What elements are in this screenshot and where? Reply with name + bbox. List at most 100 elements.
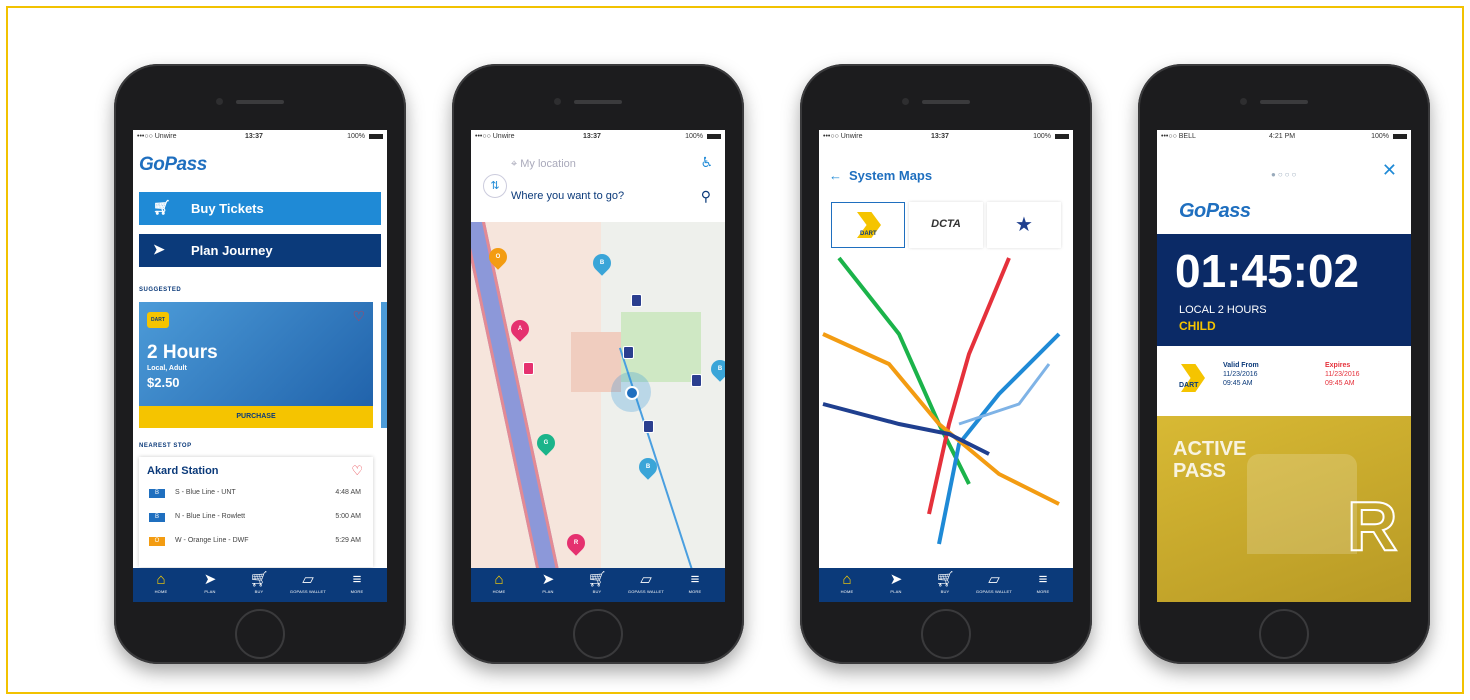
home-button[interactable] <box>235 609 285 659</box>
home-icon: ⌂ <box>842 571 852 588</box>
page-indicator: ●○○○ <box>1271 170 1299 179</box>
valid-from-time: 09:45 AM <box>1223 380 1253 387</box>
tab-buy[interactable]: 🛒︎ BUY <box>923 572 967 595</box>
carrier: •••○○ Unwire <box>137 133 177 140</box>
clock: 13:37 <box>245 133 263 140</box>
valid-from-label: Valid From <box>1223 362 1259 369</box>
tab-more[interactable]: ≡ MORE <box>335 571 379 595</box>
tab-buy[interactable]: 🛒︎ BUY <box>237 572 281 595</box>
tab-home[interactable]: ⌂ HOME <box>477 572 521 595</box>
plan-icon: ➤ <box>203 571 217 588</box>
status-bar: •••○○ Unwire 13:37 100% <box>471 130 725 144</box>
line-badge: O <box>149 537 165 546</box>
tab-label: GOPASS WALLET <box>289 589 327 594</box>
favorite-heart-icon[interactable]: ♡ <box>352 308 365 325</box>
back-arrow-icon[interactable]: ← <box>829 168 842 183</box>
speaker <box>574 100 622 104</box>
departure-time: 5:00 AM <box>335 513 361 520</box>
map-pin-pink[interactable]: R <box>563 530 589 556</box>
map-pin-pink[interactable]: A <box>507 316 533 342</box>
buy-tickets-button[interactable]: 🛒︎ Buy Tickets <box>139 192 381 225</box>
bus-stop-icon[interactable] <box>631 294 642 307</box>
station-name: Akard Station <box>147 465 219 477</box>
operator-tab-tre[interactable]: ★ <box>987 202 1061 248</box>
map-pin-green[interactable]: G <box>533 430 559 456</box>
home-button[interactable] <box>921 609 971 659</box>
train-image <box>1247 454 1357 554</box>
plan-journey-label: Plan Journey <box>191 243 273 258</box>
tab-gopass-wallet[interactable]: ▱ GOPASS WALLET <box>624 572 668 595</box>
tab-label: HOME <box>492 589 506 594</box>
next-ticket-card-peek[interactable] <box>381 302 387 428</box>
origin-text: My location <box>520 158 576 170</box>
rail-stop-icon[interactable] <box>523 362 534 375</box>
navigation-arrow-icon: ➤ <box>153 241 165 257</box>
rail-system-map[interactable] <box>819 254 1073 554</box>
dart-logo: DART <box>1177 364 1207 394</box>
tab-plan[interactable]: ➤ PLAN <box>874 572 918 595</box>
bus-stop-icon[interactable] <box>643 420 654 433</box>
origin-field[interactable]: ⌖ My location <box>511 158 576 171</box>
operator-tab-dart[interactable]: DART <box>831 202 905 248</box>
departure-row[interactable]: B S - Blue Line - UNT 4:48 AM <box>145 487 367 501</box>
map-pin-blue[interactable]: B <box>635 454 661 480</box>
tab-more[interactable]: ≡ MORE <box>1021 571 1065 595</box>
battery-icon <box>1393 134 1407 139</box>
ticket-subtitle: Local, Adult <box>147 365 187 372</box>
home-button[interactable] <box>573 609 623 659</box>
cart-icon: 🛒︎ <box>153 199 171 215</box>
destination-input[interactable]: Where you want to go? <box>511 190 624 202</box>
tab-buy[interactable]: 🛒︎ BUY <box>575 571 619 595</box>
favorite-heart-icon[interactable]: ♡ <box>351 463 363 479</box>
plan-journey-button[interactable]: ➤ Plan Journey <box>139 234 381 267</box>
more-icon: ≡ <box>1038 571 1048 588</box>
map-pin-blue[interactable]: B <box>707 356 725 382</box>
accessibility-icon[interactable]: ♿︎ <box>700 154 713 171</box>
bus-stop-icon[interactable] <box>623 346 634 359</box>
battery-icon <box>1055 134 1069 139</box>
tab-label: MORE <box>1036 589 1050 594</box>
expires-date: 11/23/2016 <box>1325 371 1360 378</box>
timer-panel: 01:45:02 LOCAL 2 HOURS CHILD <box>1157 234 1411 346</box>
map-view[interactable]: O A G R B B B <box>471 222 725 568</box>
ticket-title: 2 Hours <box>147 342 218 363</box>
line-badge: B <box>149 513 165 522</box>
departure-row[interactable]: B N - Blue Line - Rowlett 5:00 AM <box>145 511 367 525</box>
tab-plan[interactable]: ➤ PLAN <box>526 572 570 595</box>
line-name: S - Blue Line - UNT <box>175 489 236 496</box>
wallet-icon: ▱ <box>988 571 1000 588</box>
search-icon[interactable]: ⚲ <box>701 188 711 205</box>
tab-gopass-wallet[interactable]: ▱ GOPASS WALLET <box>972 571 1016 595</box>
line-badge: B <box>149 489 165 498</box>
tab-bar: ⌂ HOME ➤ PLAN 🛒︎ BUY ▱ GOPASS WALLET ≡ MORE <box>471 568 725 602</box>
buy-icon: 🛒︎ <box>587 571 607 588</box>
departure-row[interactable]: O W - Orange Line - DWF 5:29 AM <box>145 535 367 549</box>
tab-plan[interactable]: ➤ PLAN <box>188 571 232 595</box>
phone-system-maps: •••○○ Unwire 13:37 100% ← System Maps DA… <box>800 64 1092 664</box>
map-pin-blue[interactable]: B <box>589 250 615 276</box>
rail-letter-watermark: R <box>1346 486 1399 566</box>
tab-gopass-wallet[interactable]: ▱ GOPASS WALLET <box>286 572 330 595</box>
bus-stop-icon[interactable] <box>691 374 702 387</box>
swap-icon[interactable]: ⇅ <box>483 174 507 198</box>
star-logo-icon: ★ <box>1015 214 1033 236</box>
departure-time: 4:48 AM <box>335 489 361 496</box>
close-icon[interactable]: ✕ <box>1382 160 1397 181</box>
nearest-stop-card[interactable]: Akard Station ♡ B S - Blue Line - UNT 4:48… <box>139 457 373 567</box>
clock: 4:21 PM <box>1269 133 1296 140</box>
ticket-card[interactable]: DART ♡ 2 Hours Local, Adult $2.50 PURCHA… <box>139 302 373 428</box>
operator-tab-dcta[interactable]: DCTA <box>909 202 983 248</box>
status-bar: •••○○ Unwire 13:37 100% <box>133 130 387 144</box>
home-button[interactable] <box>1259 609 1309 659</box>
suggested-heading: SUGGESTED <box>139 287 182 293</box>
tab-more[interactable]: ≡ MORE <box>673 572 717 595</box>
departure-time: 5:29 AM <box>335 537 361 544</box>
map-pin-orange[interactable]: O <box>485 244 511 270</box>
battery-percent: 100% <box>1033 133 1051 140</box>
tab-home[interactable]: ⌂ HOME <box>139 572 183 595</box>
tab-label: HOME <box>154 589 168 594</box>
purchase-button[interactable]: PURCHASE <box>139 406 373 428</box>
tab-home[interactable]: ⌂ HOME <box>825 571 869 595</box>
speaker <box>1260 100 1308 104</box>
more-icon: ≡ <box>352 571 362 588</box>
